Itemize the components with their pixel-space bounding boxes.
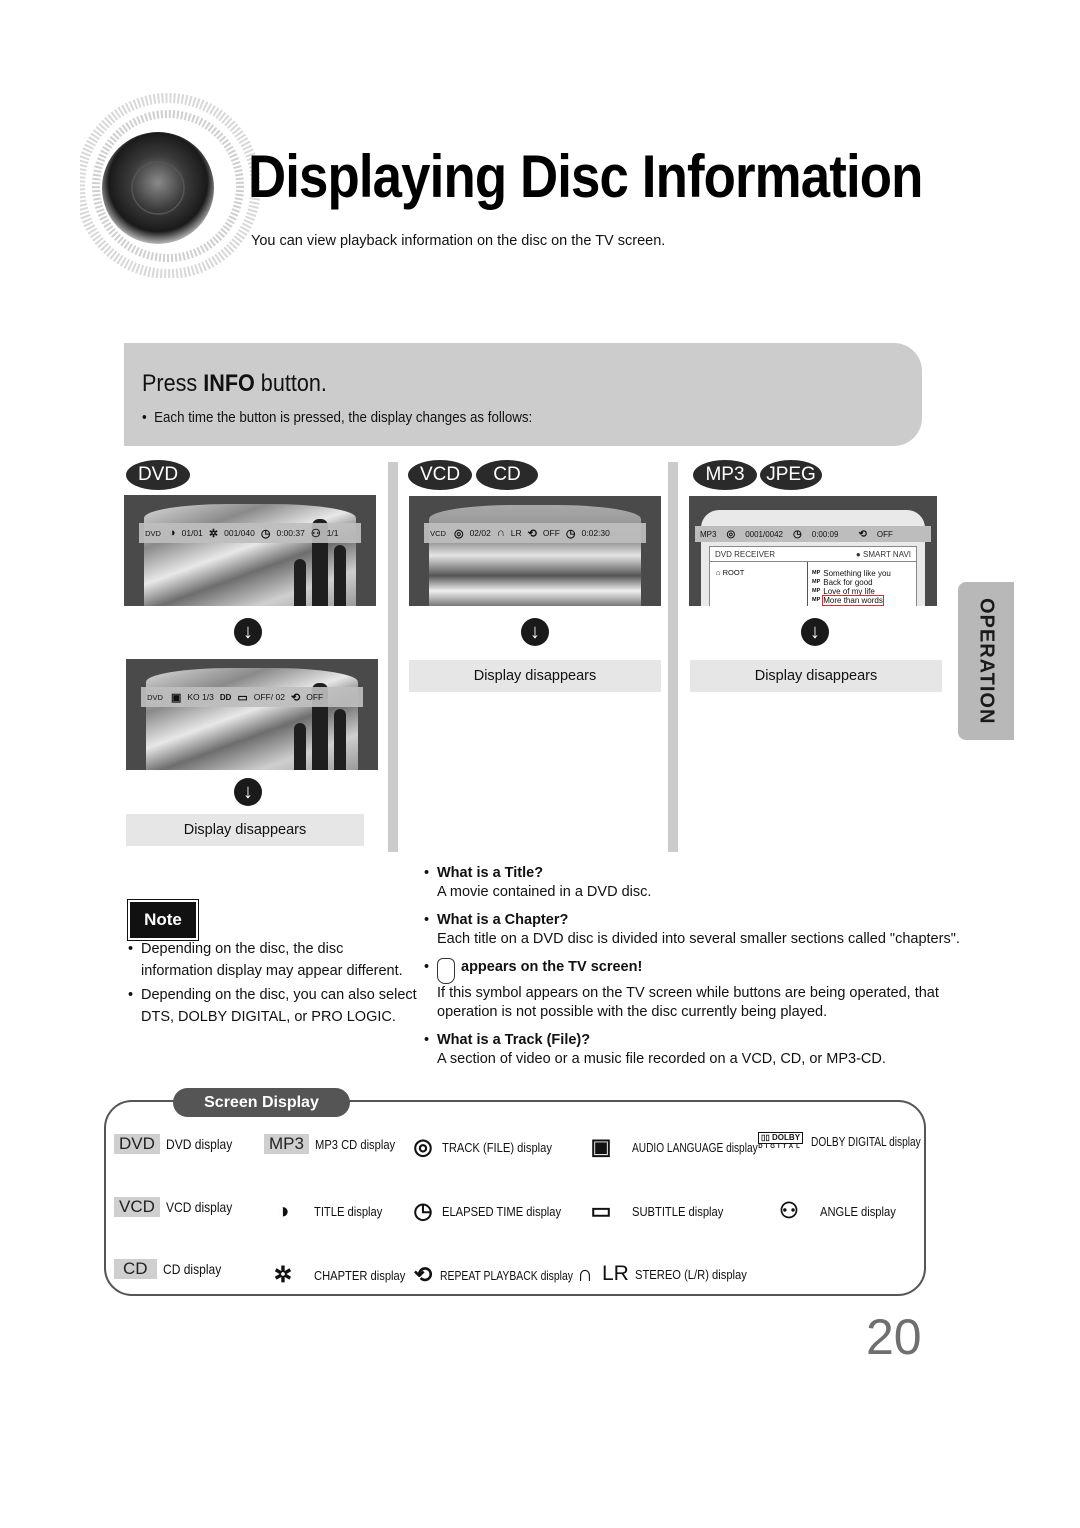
elapsed-time-icon: ◷: [793, 528, 802, 540]
audio-language-icon: ▣: [590, 1134, 612, 1159]
legend-item-dvd: DVD DVD display: [114, 1134, 243, 1154]
info-button-label: INFO: [203, 370, 255, 397]
legend-item-elapsed-time: ◷ ELAPSED TIME display: [408, 1196, 580, 1226]
down-arrow-icon: ↓: [234, 618, 262, 646]
definition-question: • appears on the TV screen!: [424, 958, 984, 984]
legend-item-stereo: ∩ LR STEREO (L/R) display: [570, 1259, 765, 1289]
track-icon: ◎: [413, 1134, 433, 1159]
legend-item-mp3: MP3 MP3 CD display: [264, 1134, 408, 1154]
chapter-icon: ✲: [208, 527, 219, 540]
instruction-heading: Press INFO button.: [142, 370, 327, 397]
track-icon: ◎: [453, 527, 464, 540]
definitions: • What is a Title? A movie contained in a…: [424, 864, 984, 1078]
speaker-graphic: [75, 88, 261, 279]
legend-item-cd: CD CD display: [114, 1259, 230, 1279]
definition-answer: If this symbol appears on the TV screen …: [437, 985, 939, 1020]
dvd-screen-2: DVD ▣ KO 1/3 DD ▭ OFF/ 02 ⟲ OFF: [126, 659, 378, 770]
legend-item-chapter: ✲ CHAPTER display: [268, 1260, 420, 1290]
operation-label: OPERATION: [975, 597, 998, 725]
mp3-screen-1: MP3 ◎ 0001/0042 ◷ 0:00:09 ⟲ OFF DVD RECEIVE…: [689, 496, 937, 606]
down-arrow-icon: ↓: [801, 618, 829, 646]
definition-answer: Each title on a DVD disc is divided into…: [437, 931, 960, 947]
audio-language-icon: ▣: [170, 691, 182, 704]
folder-icon: ⌂: [716, 568, 721, 577]
column-divider: [388, 462, 398, 852]
note-badge: Note: [127, 899, 199, 941]
cd-pill: CD: [476, 460, 538, 490]
definition-answer: A section of video or a music file recor…: [437, 1051, 886, 1067]
legend-item-track: ◎ TRACK (FILE) display: [408, 1132, 570, 1162]
subtitle-icon: ▭: [590, 1198, 612, 1223]
stereo-icon: ∩: [577, 1261, 593, 1286]
browser-title: DVD RECEIVER: [715, 549, 776, 559]
folder-pane: ⌂ ROOT: [710, 562, 808, 606]
legend-item-angle: ⚇ ANGLE display: [774, 1196, 908, 1226]
note-list: • Depending on the disc, the disc informa…: [128, 938, 418, 1030]
vcd-screen-1: VCD ◎ 02/02 ∩ LR ⟲ OFF ◷ 0:02:30: [409, 496, 661, 606]
hand-icon: [437, 958, 455, 984]
title-icon: ◑: [168, 527, 176, 539]
folder-root[interactable]: ROOT: [723, 568, 745, 577]
vcd-pill: VCD: [408, 460, 472, 490]
track-item[interactable]: MP Love of my life: [812, 587, 912, 596]
chapter-icon: ✲: [273, 1262, 293, 1287]
column-divider: [668, 462, 678, 852]
dvd-screen-1: DVD ◑ 01/01 ✲ 001/040 ◷ 0:00:37 ⚇ 1/1: [124, 495, 376, 606]
track-icon: ◎: [726, 528, 736, 540]
track-item[interactable]: MP Something like you: [812, 569, 912, 578]
page-number: 20: [866, 1309, 922, 1365]
legend-item-subtitle: ▭ SUBTITLE display: [586, 1196, 738, 1226]
dolby-digital-icon: DD: [219, 692, 232, 702]
legend-item-title: ◑ TITLE display: [268, 1196, 393, 1226]
legend-item-vcd: VCD VCD display: [114, 1197, 243, 1217]
page-title: Displaying Disc Information: [248, 143, 923, 210]
legend-item-dolby: ▯▯ DOLBY DIGITAL DOLBY DIGITAL display: [758, 1132, 921, 1150]
angle-icon: ⚇: [310, 527, 321, 540]
subtitle-icon: ▭: [237, 691, 248, 704]
smart-navi-label: ● SMART NAVI: [855, 549, 911, 559]
file-browser: DVD RECEIVER ● SMART NAVI ⌂ ROOT MP Somet…: [709, 546, 917, 606]
jpeg-pill: JPEG: [760, 460, 822, 490]
mp3-pill: MP3: [693, 460, 757, 490]
down-arrow-icon: ↓: [234, 778, 262, 806]
definition-question: • What is a Title?: [424, 865, 544, 881]
repeat-icon: ⟲: [290, 691, 301, 704]
display-disappears-vcd: Display disappears: [409, 660, 661, 692]
track-item-selected[interactable]: MP More than words: [812, 595, 912, 606]
track-item[interactable]: MP Back for good: [812, 578, 912, 587]
angle-icon: ⚇: [779, 1198, 799, 1223]
repeat-icon: ⟲: [527, 527, 537, 540]
dvd-pill: DVD: [126, 460, 190, 490]
note-item: • Depending on the disc, the disc informa…: [128, 941, 403, 979]
elapsed-time-icon: ◷: [413, 1198, 433, 1223]
definition-question: • What is a Track (File)?: [424, 1032, 591, 1048]
track-list: MP Something like you MP Back for good MP L…: [812, 562, 912, 606]
stereo-icon: ∩: [496, 527, 505, 539]
elapsed-time-icon: ◷: [565, 527, 576, 540]
down-arrow-icon: ↓: [521, 618, 549, 646]
dolby-digital-icon: ▯▯ DOLBY DIGITAL: [758, 1132, 804, 1150]
title-icon: ◑: [276, 1198, 290, 1223]
definition-answer: A movie contained in a DVD disc.: [437, 884, 652, 900]
display-disappears-dvd: Display disappears: [126, 814, 364, 846]
definition-question: • What is a Chapter?: [424, 912, 569, 928]
display-disappears-mp3: Display disappears: [690, 660, 942, 692]
note-item: • Depending on the disc, you can also sel…: [128, 987, 417, 1025]
repeat-icon: ⟲: [413, 1262, 433, 1287]
instruction-bullet: • Each time the button is pressed, the d…: [142, 410, 533, 426]
legend-title: Screen Display: [173, 1088, 350, 1117]
repeat-icon: ⟲: [858, 528, 867, 540]
page-subtitle: You can view playback information on the…: [251, 233, 666, 249]
elapsed-time-icon: ◷: [260, 527, 271, 540]
